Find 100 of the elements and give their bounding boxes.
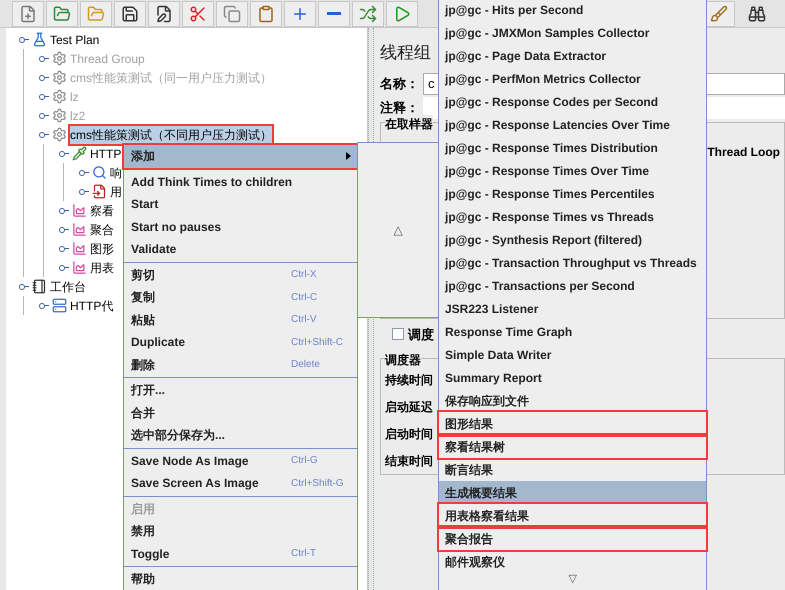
tree-node-label[interactable]: 图形	[90, 240, 114, 258]
menu-item[interactable]: 用表格察看结果	[439, 504, 706, 527]
binoculars-icon	[748, 4, 766, 22]
menu-item[interactable]: Simple Data Writer	[439, 343, 706, 366]
menu-item[interactable]: 粘贴 Ctrl-V	[124, 308, 357, 331]
menu-item[interactable]: 添加	[124, 145, 357, 168]
shuffle-button[interactable]	[352, 0, 384, 26]
tree-handle-icon[interactable]	[59, 208, 69, 214]
tree-handle-icon[interactable]	[59, 226, 69, 232]
menu-item[interactable]: 禁用	[124, 520, 357, 542]
scheduler-checkbox[interactable]	[392, 328, 404, 340]
panel-title: 线程组	[380, 42, 431, 64]
broom-icon	[710, 4, 728, 22]
menu-item[interactable]: jp@gc - Hits per Second	[439, 0, 706, 21]
menu-item[interactable]: 邮件观察仪	[439, 550, 706, 573]
plus-button[interactable]	[284, 0, 316, 26]
tree-node-label[interactable]: HTTP代	[70, 296, 114, 314]
menu-item[interactable]: 保存响应到文件	[439, 389, 706, 412]
shortcut-label: Ctrl+Shift-C	[291, 336, 343, 350]
save-button[interactable]	[114, 0, 146, 26]
play-button[interactable]	[386, 0, 418, 26]
tree-handle-icon[interactable]	[59, 264, 69, 270]
menu-item[interactable]: Response Time Graph	[439, 320, 706, 343]
tree-handle-icon[interactable]	[39, 302, 49, 308]
flask-icon	[32, 32, 47, 47]
tree-handle-icon[interactable]	[19, 284, 29, 290]
menu-item[interactable]: Validate	[124, 238, 357, 260]
clipboard-button[interactable]	[250, 0, 282, 26]
menu-item[interactable]: 剪切 Ctrl-X	[124, 264, 357, 286]
menu-item[interactable]: 图形结果	[439, 412, 706, 435]
menu-item[interactable]: jp@gc - Response Codes per Second	[439, 90, 706, 113]
menu-item[interactable]: jp@gc - Response Latencies Over Time	[439, 113, 706, 136]
tree-handle-icon[interactable]	[59, 150, 69, 156]
menu-item[interactable]: 聚合报告	[439, 527, 706, 550]
tree-node-label[interactable]: 聚合	[90, 220, 114, 238]
tree-node-label[interactable]: 用表	[90, 258, 114, 276]
menu-item[interactable]: jp@gc - JMXMon Samples Collector	[439, 21, 706, 44]
scroll-up-arrow[interactable]: △	[394, 221, 402, 239]
tree-node-label[interactable]: 用	[110, 182, 122, 200]
tree-handle-icon[interactable]	[59, 246, 69, 252]
menu-item[interactable]: Add Think Times to children	[124, 170, 357, 193]
menu-item[interactable]: 打开...	[124, 379, 357, 402]
menu-item[interactable]: Duplicate Ctrl+Shift-C	[124, 331, 357, 354]
tree-node-label[interactable]: 响	[110, 164, 122, 182]
menu-item[interactable]: 察看结果树	[439, 435, 706, 458]
tree-handle-icon[interactable]	[39, 74, 49, 80]
tree-handle-icon[interactable]	[79, 188, 89, 194]
scheduler-field-label: 启动延迟	[385, 399, 433, 416]
menu-item[interactable]: jp@gc - Page Data Extractor	[439, 44, 706, 67]
menu-item[interactable]: 生成概要结果	[439, 481, 706, 504]
menu-item[interactable]: Summary Report	[439, 366, 706, 389]
tree-handle-icon[interactable]	[39, 132, 49, 138]
tree-node-label[interactable]: 工作台	[50, 278, 86, 296]
menu-item[interactable]: jp@gc - Response Times Over Time	[439, 159, 706, 182]
tree-handle-icon[interactable]	[39, 112, 49, 118]
menu-item[interactable]: jp@gc - Response Times vs Threads	[439, 205, 706, 228]
menu-item[interactable]: jp@gc - PerfMon Metrics Collector	[439, 67, 706, 90]
pencil-file-button[interactable]	[148, 0, 180, 26]
menu-item[interactable]: Start	[124, 193, 357, 216]
shuffle-icon	[359, 4, 377, 22]
play-icon	[393, 4, 411, 22]
folder-button[interactable]	[46, 0, 78, 26]
tree-handle-icon[interactable]	[19, 36, 29, 42]
tree-node-label[interactable]: Test Plan	[50, 30, 100, 48]
menu-item[interactable]: JSR223 Listener	[439, 297, 706, 320]
menu-item[interactable]: Save Node As Image Ctrl-G	[124, 450, 357, 472]
tree-node-label[interactable]: 察看	[90, 202, 114, 220]
menu-item[interactable]: jp@gc - Response Times Distribution	[439, 136, 706, 159]
menu-item[interactable]: Start no pauses	[124, 216, 357, 238]
tree-handle-icon[interactable]	[39, 94, 49, 100]
menu-item[interactable]: 删除 Delete	[124, 354, 357, 376]
scissors-button[interactable]	[182, 0, 214, 26]
minus-button[interactable]	[318, 0, 350, 26]
tree-handle-icon[interactable]	[79, 170, 89, 176]
file-arrow-icon	[92, 184, 107, 199]
menu-item[interactable]: 选中部分保存为...	[124, 424, 357, 446]
tree-node-label[interactable]: HTTP	[90, 144, 122, 162]
copy-button[interactable]	[216, 0, 248, 26]
chart-icon	[72, 241, 87, 256]
menu-item[interactable]: 帮助	[124, 568, 357, 590]
minus-icon	[327, 12, 341, 15]
magnifier-icon	[92, 165, 107, 180]
new-file-icon	[19, 4, 37, 22]
menu-item[interactable]: 断言结果	[439, 458, 706, 481]
menu-item[interactable]: jp@gc - Transaction Throughput vs Threads	[439, 251, 706, 274]
menu-item[interactable]: 复制 Ctrl-C	[124, 286, 357, 308]
open-folder-icon	[87, 4, 105, 22]
tree-node-label[interactable]: cms性能策测试（不同用户压力测试）	[70, 126, 272, 144]
menu-item[interactable]: 合并	[124, 402, 357, 424]
menu-item[interactable]: jp@gc - Response Times Percentiles	[439, 182, 706, 205]
menu-item[interactable]: Toggle Ctrl-T	[124, 542, 357, 565]
shortcut-label: Delete	[291, 358, 320, 372]
menu-item[interactable]: Save Screen As Image Ctrl+Shift-G	[124, 472, 357, 494]
scheduler-label: 调度	[408, 326, 434, 344]
menu-item[interactable]: jp@gc - Transactions per Second	[439, 274, 706, 297]
menu-item[interactable]: jp@gc - Synthesis Report (filtered)	[439, 228, 706, 251]
notebook-icon	[32, 279, 47, 294]
scroll-down-arrow[interactable]: ▽	[568, 573, 576, 585]
tree-handle-icon[interactable]	[39, 56, 49, 62]
new-file-button[interactable]	[12, 0, 44, 26]
